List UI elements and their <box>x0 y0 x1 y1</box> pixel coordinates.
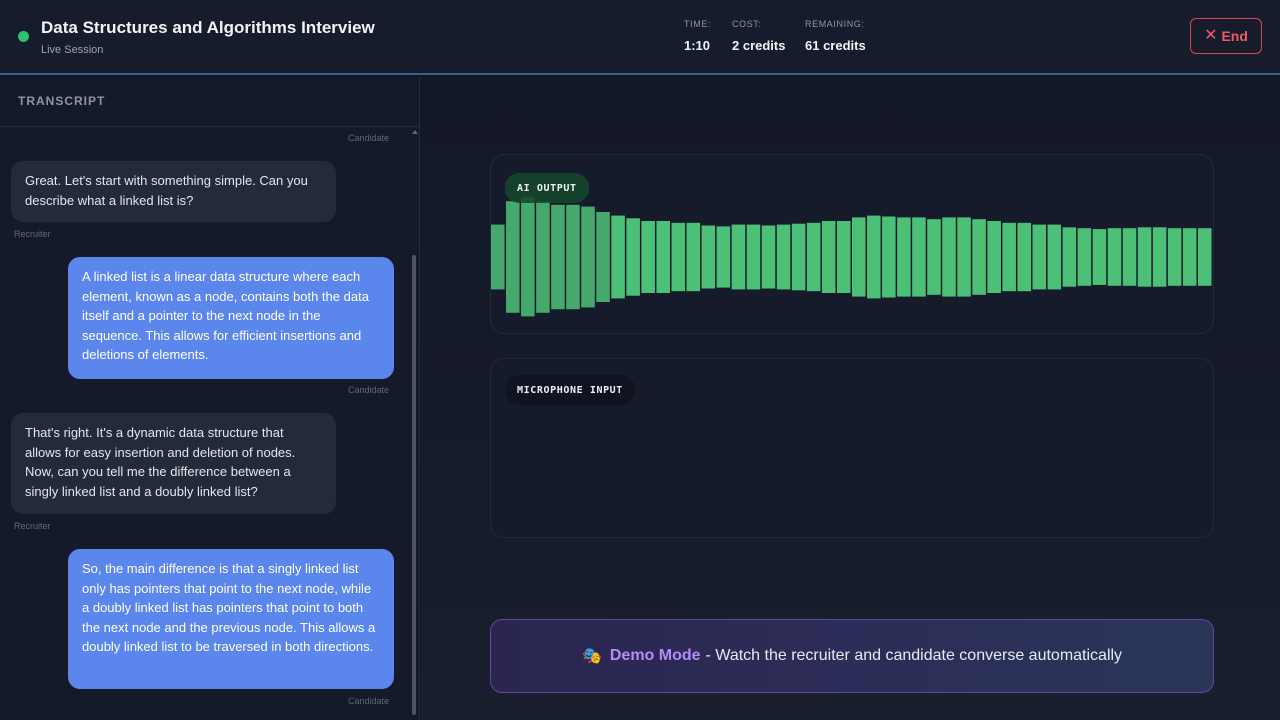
demo-mode-text: - Watch the recruiter and candidate conv… <box>705 647 1123 664</box>
waveform-bar <box>1032 224 1047 290</box>
transcript-scrollbar[interactable] <box>411 127 418 720</box>
waveform-bar <box>1107 228 1122 286</box>
waveform-bar <box>641 221 655 293</box>
demo-mode-title: Demo Mode <box>609 647 701 664</box>
waveform-bar <box>701 225 716 289</box>
microphone-input-label: MICROPHONE INPUT <box>505 375 635 405</box>
waveform-bar <box>1047 224 1062 290</box>
ai-output-label: AI OUTPUT <box>505 173 589 203</box>
session-title: Data Structures and Algorithms Interview <box>41 18 375 37</box>
theater-masks-icon: 🎭 <box>581 648 602 665</box>
waveform-bar <box>987 221 1001 293</box>
waveform-bar <box>686 222 701 292</box>
waveform-bar <box>852 217 866 297</box>
time-label: TIME: <box>684 19 711 29</box>
transcript-messages[interactable]: Candidate Great. Let's start with someth… <box>0 127 420 720</box>
candidate-message: A linked list is a linear data structure… <box>68 257 394 379</box>
ai-output-visualizer: AI OUTPUT <box>490 154 1214 334</box>
transcript-title: TRANSCRIPT <box>18 94 106 108</box>
waveform-bar <box>836 221 851 293</box>
end-button-label: End <box>1221 28 1248 44</box>
waveform-bar <box>761 225 776 289</box>
transcript-header: TRANSCRIPT <box>0 77 420 127</box>
waveform-bar <box>581 206 595 308</box>
time-value: 1:10 <box>684 38 711 53</box>
recruiter-message: That's right. It's a dynamic data struct… <box>11 413 336 514</box>
message-role: Candidate <box>348 385 390 395</box>
waveform-bar <box>536 201 550 313</box>
waveform-bar <box>1122 228 1137 286</box>
ai-output-waveform <box>491 197 1212 317</box>
audio-stage: AI OUTPUT MICROPHONE INPUT 🎭 Demo Mode -… <box>421 77 1280 720</box>
waveform-bar <box>626 218 640 296</box>
waveform-bar <box>746 224 761 290</box>
message-role: Recruiter <box>14 229 51 239</box>
waveform-bar <box>671 222 686 292</box>
waveform-bar <box>1152 227 1167 287</box>
waveform-bar <box>882 216 896 298</box>
microphone-visualizer: MICROPHONE INPUT <box>490 358 1214 538</box>
waveform-bar <box>716 226 731 288</box>
remaining-stat: REMAINING: 61 credits <box>805 19 866 53</box>
waveform-bar <box>566 204 580 310</box>
waveform-bar <box>942 217 956 297</box>
waveform-bar <box>1092 229 1107 285</box>
scroll-up-icon[interactable] <box>412 130 418 134</box>
end-session-button[interactable]: ✕ End <box>1190 18 1262 54</box>
session-header: Data Structures and Algorithms Interview… <box>0 0 1280 75</box>
waveform-bar <box>1062 227 1077 287</box>
waveform-bar <box>957 217 971 297</box>
waveform-bar <box>491 224 505 290</box>
waveform-bar <box>1077 228 1092 286</box>
live-status-icon <box>18 31 29 42</box>
waveform-bar <box>867 215 881 299</box>
waveform-bar <box>731 224 746 290</box>
waveform-bar <box>776 224 791 290</box>
waveform-bar <box>791 223 806 291</box>
close-icon: ✕ <box>1204 27 1218 44</box>
waveform-bar <box>1167 228 1182 286</box>
message-role: Candidate <box>348 133 390 143</box>
scrollbar-thumb[interactable] <box>412 255 416 715</box>
cost-value: 2 credits <box>732 38 786 53</box>
remaining-label: REMAINING: <box>805 19 865 29</box>
waveform-bar <box>1137 227 1152 287</box>
waveform-bar <box>1182 228 1197 286</box>
remaining-value: 61 credits <box>805 38 866 53</box>
waveform-bar <box>927 219 941 295</box>
waveform-bar <box>551 204 565 310</box>
demo-mode-banner: 🎭 Demo Mode - Watch the recruiter and ca… <box>490 619 1214 693</box>
candidate-message: So, the main difference is that a singly… <box>68 549 394 689</box>
waveform-bar <box>912 217 926 297</box>
waveform-bar <box>1197 228 1212 286</box>
session-subtitle: Live Session <box>41 44 104 56</box>
time-stat: TIME: 1:10 <box>684 19 711 53</box>
cost-stat: COST: 2 credits <box>732 19 785 53</box>
waveform-bar <box>506 201 520 313</box>
waveform-bar <box>972 219 986 295</box>
waveform-bar <box>821 221 836 293</box>
message-role: Recruiter <box>14 521 51 531</box>
waveform-bar <box>611 215 625 299</box>
message-role: Candidate <box>348 696 390 706</box>
recruiter-message: Great. Let's start with something simple… <box>11 161 336 222</box>
waveform-bar <box>656 221 670 293</box>
transcript-panel: TRANSCRIPT Candidate Great. Let's start … <box>0 77 420 720</box>
waveform-bar <box>1017 222 1031 292</box>
waveform-bar <box>521 197 535 317</box>
waveform-bar <box>596 212 610 302</box>
waveform-bar <box>806 222 821 292</box>
waveform-bar <box>1002 222 1016 292</box>
waveform-bar <box>897 217 911 297</box>
cost-label: COST: <box>732 19 762 29</box>
